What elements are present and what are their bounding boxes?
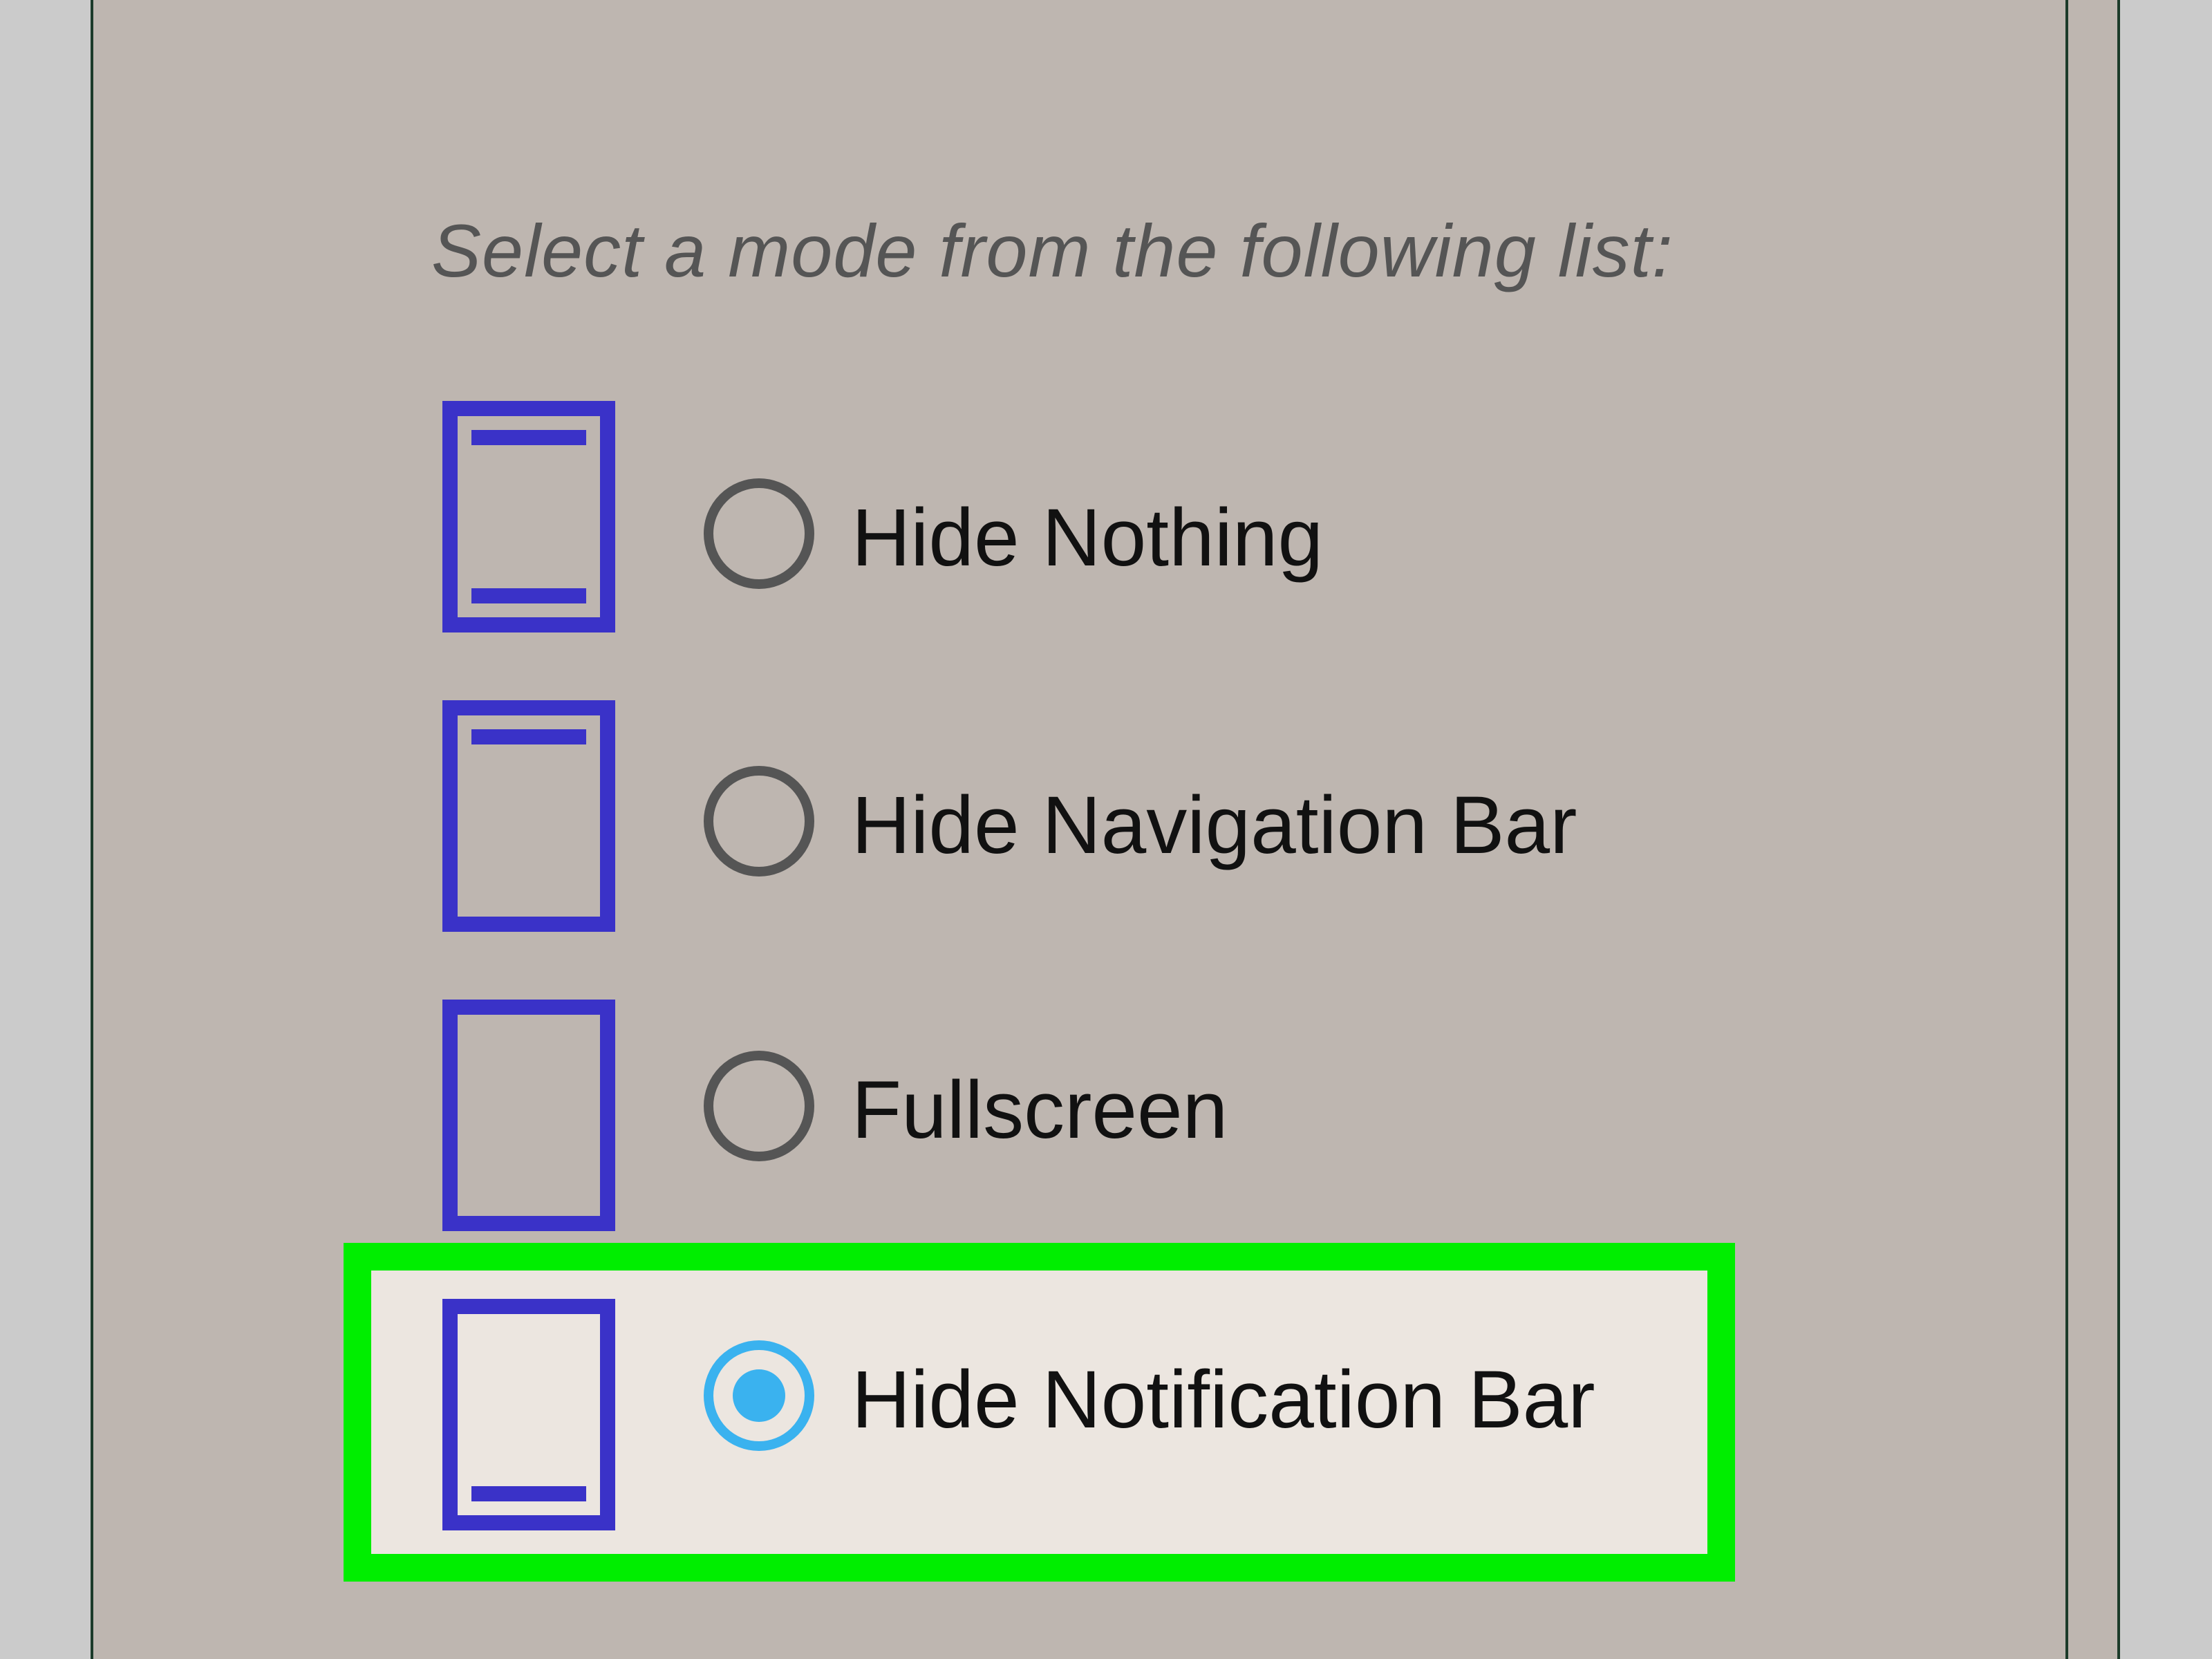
option-label: Hide Navigation Bar <box>852 780 1577 871</box>
option-label: Hide Notification Bar <box>852 1354 1595 1445</box>
phone-status-bar-only-icon <box>442 700 615 932</box>
mode-option-hide-navigation-bar[interactable]: Hide Navigation Bar <box>0 700 2212 935</box>
radio-button-selected[interactable] <box>704 1340 814 1451</box>
radio-dot <box>733 1369 785 1422</box>
mode-prompt: Select a mode from the following list: <box>431 209 1674 292</box>
mode-option-hide-nothing[interactable]: Hide Nothing <box>0 401 2212 636</box>
phone-status-and-nav-bars-icon <box>442 401 615 632</box>
radio-button[interactable] <box>704 478 814 589</box>
option-label: Hide Nothing <box>852 492 1324 583</box>
phone-fullscreen-icon <box>442 1000 615 1231</box>
option-label: Fullscreen <box>852 1065 1228 1156</box>
radio-button[interactable] <box>704 1051 814 1161</box>
radio-button[interactable] <box>704 766 814 877</box>
mode-option-fullscreen[interactable]: Fullscreen <box>0 1000 2212 1235</box>
phone-nav-bar-only-icon <box>442 1299 615 1530</box>
mode-option-hide-notification-bar[interactable]: Hide Notification Bar <box>0 1299 2212 1534</box>
